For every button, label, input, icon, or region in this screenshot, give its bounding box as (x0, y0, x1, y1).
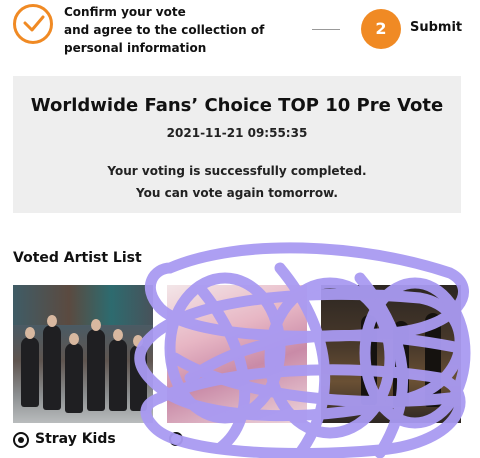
message-line-1: Your voting is successfully completed. (107, 164, 367, 178)
artist-member-figure (65, 343, 83, 413)
step1-label-line2: and agree to the collection of (64, 23, 265, 37)
step1-label: Confirm your vote and agree to the colle… (64, 3, 294, 57)
vote-title: Worldwide Fans’ Choice TOP 10 Pre Vote (30, 95, 444, 116)
message-line-2: You can vote again tomorrow. (136, 186, 338, 200)
vote-complete-panel: Worldwide Fans’ Choice TOP 10 Pre Vote 2… (13, 76, 461, 213)
vote-timestamp: 2021-11-21 09:55:35 (166, 126, 308, 140)
artist-member-head (25, 327, 35, 339)
step1-check-circle (13, 4, 53, 44)
step-connector-line (312, 29, 340, 30)
progress-steps: Confirm your vote and agree to the colle… (0, 0, 480, 64)
artist-member-head (91, 319, 101, 331)
artist-member-head (113, 329, 123, 341)
artist-name-label: Stray Kids (35, 431, 116, 447)
artist-member-figure (87, 329, 105, 411)
radio-selected-icon[interactable] (13, 432, 29, 448)
voted-artist-list-title: Voted Artist List (13, 250, 142, 266)
step1-label-line3: personal information (64, 41, 207, 55)
checkmark-icon (23, 15, 45, 32)
step2-number-badge: 2 (361, 9, 401, 49)
artist-member-figure (109, 339, 127, 411)
artist-member-head (69, 333, 79, 345)
artist-member-figure (21, 337, 39, 407)
step2-label: Submit (410, 20, 463, 35)
vote-complete-message: Your voting is successfully completed. Y… (13, 160, 461, 204)
artist-member-figure (43, 325, 61, 410)
artist-member-head (47, 315, 57, 327)
step1-label-line1: Confirm your vote (64, 5, 186, 19)
scribble-overlay (134, 242, 471, 458)
